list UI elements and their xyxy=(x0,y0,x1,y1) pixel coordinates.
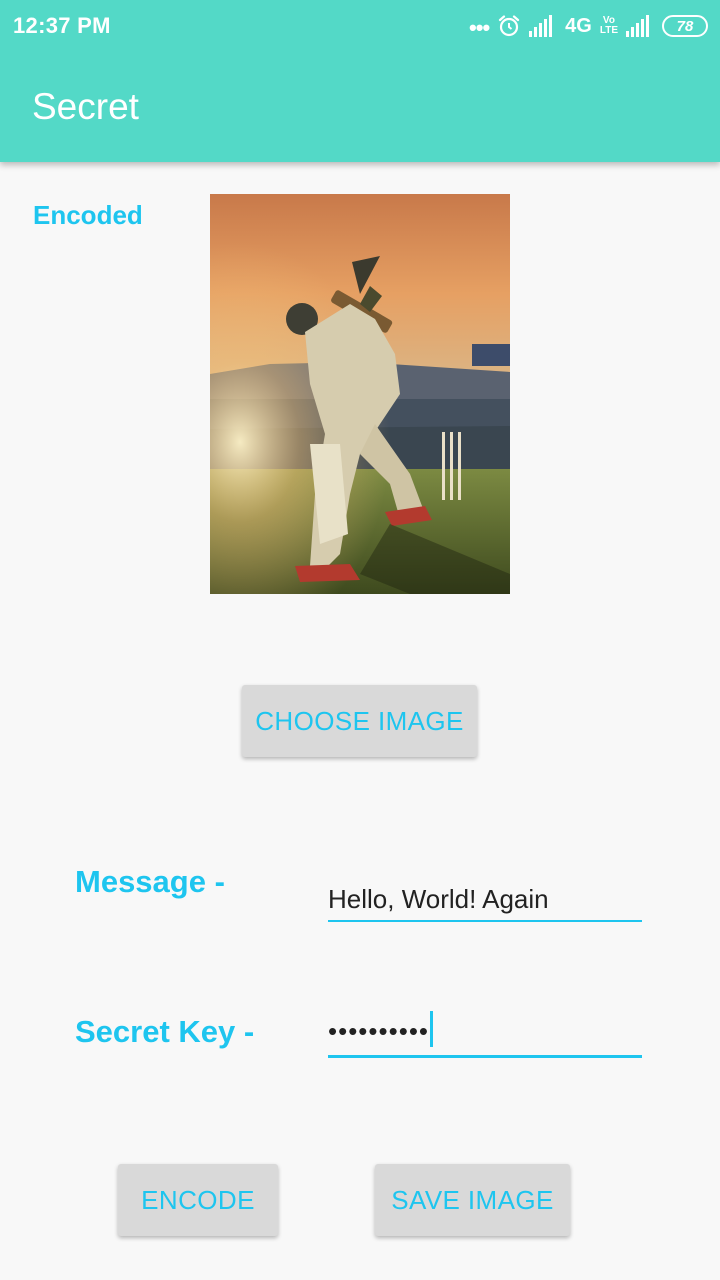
secret-key-label: Secret Key - xyxy=(75,1014,255,1049)
network-type-label: 4G xyxy=(565,14,592,37)
save-image-button[interactable]: SAVE IMAGE xyxy=(375,1164,570,1236)
text-cursor xyxy=(430,1011,434,1048)
encode-button[interactable]: ENCODE xyxy=(118,1164,278,1236)
app-header: 12:37 PM ••• 4G Vo LTE 78 Secret xyxy=(0,0,720,162)
message-input[interactable]: Hello, World! Again xyxy=(328,882,642,922)
signal-icon-2 xyxy=(626,15,649,37)
volte-bottom: LTE xyxy=(599,25,618,36)
message-input-value: Hello, World! Again xyxy=(328,884,549,914)
status-icons: ••• 4G Vo LTE 78 xyxy=(469,12,708,40)
alarm-icon xyxy=(499,15,520,37)
app-screen: 12:37 PM ••• 4G Vo LTE 78 Secret Encoded… xyxy=(0,0,720,1280)
message-label: Message - xyxy=(75,864,225,899)
status-time: 12:37 PM xyxy=(13,13,111,38)
battery-level: 78 xyxy=(676,17,694,35)
choose-image-button[interactable]: CHOOSE IMAGE xyxy=(242,685,477,757)
secret-key-input-value: •••••••••• xyxy=(328,1016,430,1046)
secret-key-input[interactable]: •••••••••• xyxy=(328,1011,642,1058)
encoded-label: Encoded xyxy=(33,200,143,230)
signal-icon xyxy=(529,15,553,37)
app-title: Secret xyxy=(32,86,139,127)
status-bar: 12:37 PM ••• 4G Vo LTE 78 xyxy=(0,0,720,52)
encoded-image-preview xyxy=(210,194,510,594)
cricket-image xyxy=(210,194,510,594)
battery-icon: 78 xyxy=(662,15,708,37)
volte-icon: Vo LTE xyxy=(600,16,618,36)
more-notifications-icon: ••• xyxy=(469,15,490,40)
